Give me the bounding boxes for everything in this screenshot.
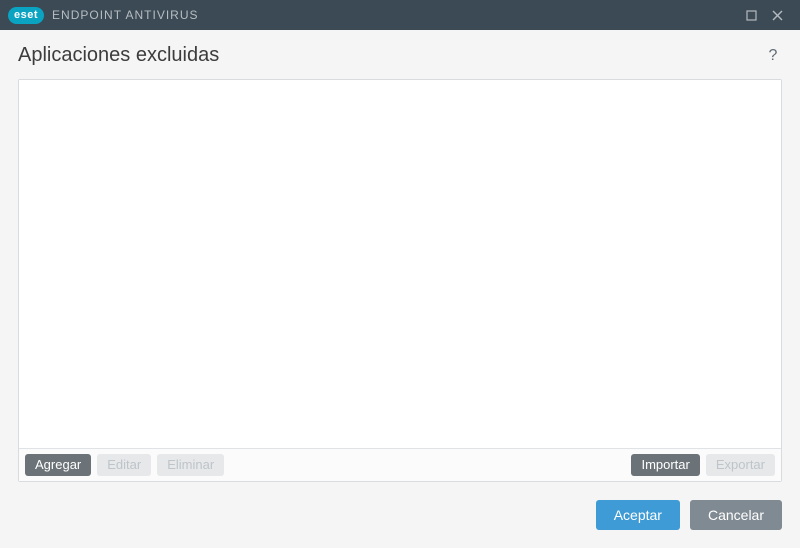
- add-button[interactable]: Agregar: [25, 454, 91, 476]
- page-title: Aplicaciones excluidas: [18, 44, 219, 67]
- exclusions-list[interactable]: [19, 80, 781, 448]
- delete-button[interactable]: Eliminar: [157, 454, 224, 476]
- close-icon: [772, 10, 783, 21]
- product-name: ENDPOINT ANTIVIRUS: [52, 8, 198, 22]
- content-area: Aplicaciones excluidas ? Agregar Editar …: [0, 30, 800, 500]
- cancel-button[interactable]: Cancelar: [690, 500, 782, 530]
- dialog-footer: Aceptar Cancelar: [18, 500, 800, 548]
- close-button[interactable]: [764, 0, 790, 30]
- export-button[interactable]: Exportar: [706, 454, 775, 476]
- maximize-button[interactable]: [738, 0, 764, 30]
- titlebar: eset ENDPOINT ANTIVIRUS: [0, 0, 800, 30]
- panel-toolbar: Agregar Editar Eliminar Importar Exporta…: [19, 448, 781, 481]
- maximize-icon: [746, 10, 757, 21]
- brand-badge: eset: [8, 7, 44, 24]
- accept-button[interactable]: Aceptar: [596, 500, 680, 530]
- edit-button[interactable]: Editar: [97, 454, 151, 476]
- header-row: Aplicaciones excluidas ?: [18, 44, 782, 67]
- exclusions-panel: Agregar Editar Eliminar Importar Exporta…: [18, 79, 782, 482]
- help-button[interactable]: ?: [764, 47, 782, 65]
- import-button[interactable]: Importar: [631, 454, 699, 476]
